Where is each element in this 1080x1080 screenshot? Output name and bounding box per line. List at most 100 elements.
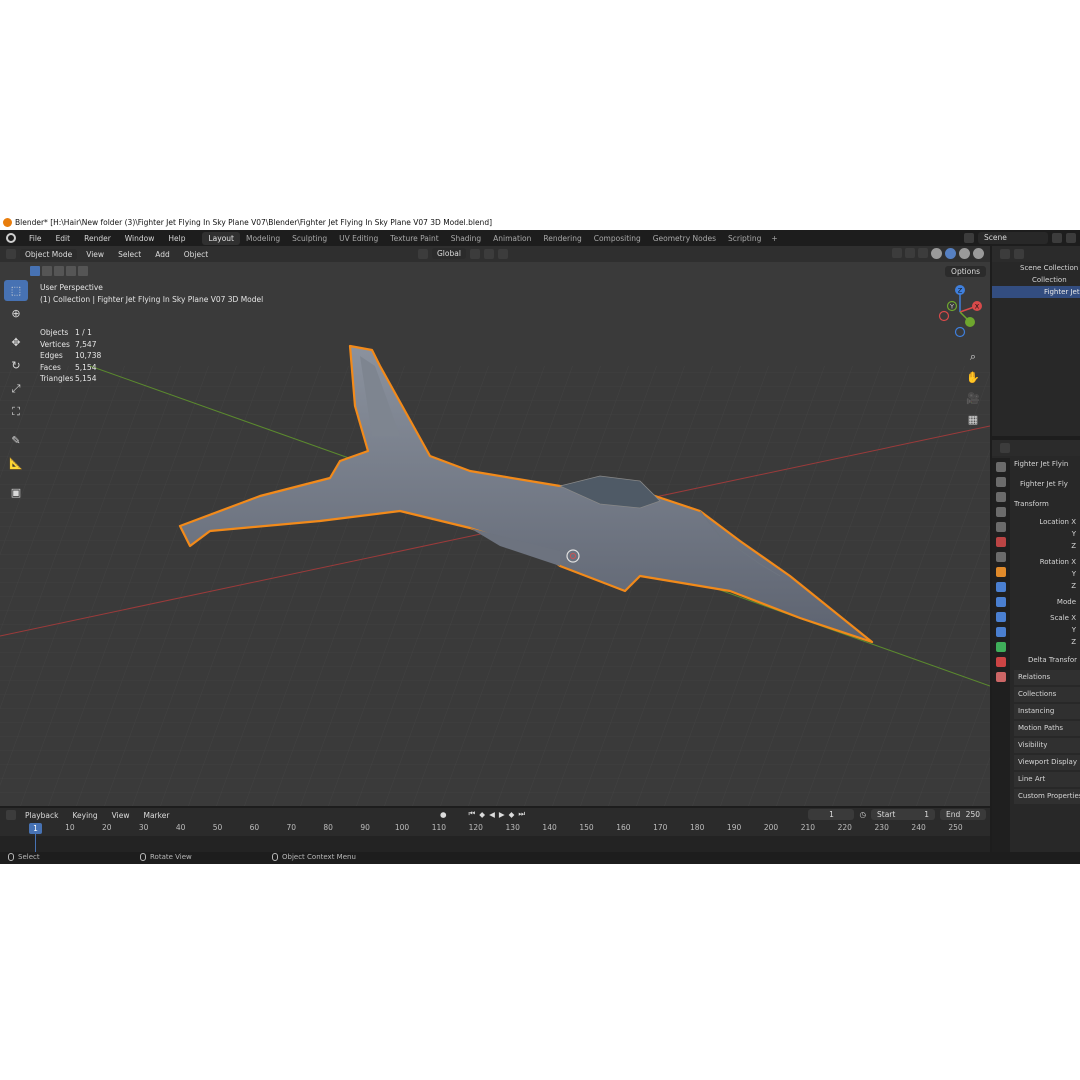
rendered-shading-icon[interactable] bbox=[973, 248, 984, 259]
transform-panel-header[interactable]: Transform bbox=[1014, 498, 1080, 510]
measure-tool-icon[interactable]: 📐 bbox=[4, 453, 28, 474]
rotation-x-field[interactable]: Rotation X bbox=[1014, 556, 1080, 568]
next-keyframe-icon[interactable]: ◆ bbox=[509, 810, 515, 819]
options-dropdown[interactable]: Options bbox=[945, 266, 986, 277]
line-art-panel[interactable]: Line Art bbox=[1014, 772, 1080, 787]
rotate-tool-icon[interactable]: ↻ bbox=[4, 355, 28, 376]
view-layer-tab-icon[interactable] bbox=[996, 507, 1006, 517]
move-tool-icon[interactable]: ✥ bbox=[4, 332, 28, 353]
tab-uv-editing[interactable]: UV Editing bbox=[333, 232, 384, 245]
location-y-field[interactable]: Y bbox=[1014, 528, 1080, 540]
3d-viewport[interactable]: Object Mode View Select Add Object Globa… bbox=[0, 246, 990, 806]
object-name-field[interactable]: Fighter Jet Fly bbox=[1014, 478, 1080, 490]
menu-help[interactable]: Help bbox=[161, 234, 192, 243]
location-z-field[interactable]: Z bbox=[1014, 540, 1080, 552]
select-box-tool-icon[interactable]: ⬚ bbox=[4, 280, 28, 301]
pan-hand-icon[interactable]: ✋ bbox=[966, 371, 980, 385]
collection-tab-icon[interactable] bbox=[996, 552, 1006, 562]
menu-window[interactable]: Window bbox=[118, 234, 162, 243]
tab-geometry-nodes[interactable]: Geometry Nodes bbox=[647, 232, 722, 245]
rotation-mode-field[interactable]: Mode bbox=[1014, 596, 1080, 608]
viewport-menu-view[interactable]: View bbox=[81, 250, 109, 259]
timeline-menu-keying[interactable]: Keying bbox=[67, 811, 102, 820]
delete-scene-icon[interactable] bbox=[1066, 233, 1076, 243]
viewport-menu-select[interactable]: Select bbox=[113, 250, 146, 259]
tab-texture-paint[interactable]: Texture Paint bbox=[384, 232, 444, 245]
jump-end-icon[interactable]: ⏭ bbox=[518, 809, 525, 819]
particles-tab-icon[interactable] bbox=[996, 597, 1006, 607]
overlay-toggle-icon[interactable] bbox=[905, 248, 915, 258]
xray-toggle-icon[interactable] bbox=[918, 248, 928, 258]
constraints-tab-icon[interactable] bbox=[996, 627, 1006, 637]
clock-icon[interactable]: ◷ bbox=[859, 810, 866, 819]
custom-properties-panel[interactable]: Custom Properties bbox=[1014, 789, 1080, 804]
scale-z-field[interactable]: Z bbox=[1014, 636, 1080, 648]
instancing-panel[interactable]: Instancing bbox=[1014, 704, 1080, 719]
object-tab-icon[interactable] bbox=[996, 567, 1006, 577]
select-invert-icon[interactable] bbox=[66, 266, 76, 276]
scene-tab-icon[interactable] bbox=[996, 522, 1006, 532]
tab-shading[interactable]: Shading bbox=[445, 232, 487, 245]
display-mode-icon[interactable] bbox=[1014, 249, 1024, 259]
physics-tab-icon[interactable] bbox=[996, 612, 1006, 622]
cursor-tool-icon[interactable]: ⊕ bbox=[4, 303, 28, 324]
outliner-scene-collection[interactable]: Scene Collection bbox=[992, 262, 1080, 274]
camera-view-icon[interactable]: 🎥 bbox=[966, 392, 980, 406]
relations-panel[interactable]: Relations bbox=[1014, 670, 1080, 685]
timeline-editor-icon[interactable] bbox=[6, 810, 16, 820]
navigation-gizmo[interactable]: Z X Y bbox=[932, 282, 988, 342]
viewport-display-panel[interactable]: Viewport Display bbox=[1014, 755, 1080, 770]
viewport-menu-object[interactable]: Object bbox=[179, 250, 213, 259]
timeline-ruler[interactable]: 1 10 20 30 40 50 60 70 80 90 100 110 120 130 140 150 16… bbox=[0, 823, 990, 835]
y-axis-gizmo[interactable] bbox=[965, 317, 975, 327]
menu-file[interactable]: File bbox=[22, 234, 49, 243]
solid-shading-icon[interactable] bbox=[945, 248, 956, 259]
outliner-fighter-jet[interactable]: Fighter Jet F bbox=[992, 286, 1080, 298]
playhead[interactable]: 1 bbox=[29, 823, 42, 834]
record-icon[interactable]: ● bbox=[440, 810, 447, 819]
menu-edit[interactable]: Edit bbox=[49, 234, 78, 243]
jump-start-icon[interactable]: ⏮ bbox=[469, 809, 476, 819]
blender-menu-icon[interactable] bbox=[6, 233, 16, 243]
scale-x-field[interactable]: Scale X bbox=[1014, 612, 1080, 624]
prev-keyframe-icon[interactable]: ◆ bbox=[479, 810, 485, 819]
play-icon[interactable]: ▶ bbox=[499, 810, 505, 819]
menu-render[interactable]: Render bbox=[77, 234, 118, 243]
mode-dropdown[interactable]: Object Mode bbox=[20, 248, 78, 260]
proportional-edit-icon[interactable] bbox=[497, 248, 508, 259]
modifier-tab-icon[interactable] bbox=[996, 582, 1006, 592]
end-frame-field[interactable]: End 250 bbox=[940, 809, 986, 820]
snap-icon[interactable] bbox=[483, 248, 494, 259]
annotate-tool-icon[interactable]: ✎ bbox=[4, 430, 28, 451]
transform-tool-icon[interactable]: ⛶ bbox=[4, 401, 28, 422]
timeline-menu-marker[interactable]: Marker bbox=[138, 811, 174, 820]
ortho-grid-icon[interactable]: ▦ bbox=[966, 413, 980, 427]
pivot-icon[interactable] bbox=[469, 248, 480, 259]
tab-modeling[interactable]: Modeling bbox=[240, 232, 286, 245]
current-frame-field[interactable]: 1 bbox=[808, 809, 855, 820]
add-workspace-icon[interactable]: + bbox=[767, 234, 781, 243]
select-subtract-icon[interactable] bbox=[54, 266, 64, 276]
world-tab-icon[interactable] bbox=[996, 537, 1006, 547]
scene-name-field[interactable]: Scene bbox=[978, 232, 1048, 244]
tab-layout[interactable]: Layout bbox=[202, 231, 240, 245]
data-tab-icon[interactable] bbox=[996, 642, 1006, 652]
new-scene-icon[interactable] bbox=[1052, 233, 1062, 243]
properties-editor-icon[interactable] bbox=[1000, 443, 1010, 453]
visibility-panel[interactable]: Visibility bbox=[1014, 738, 1080, 753]
timeline-menu-playback[interactable]: Playback bbox=[20, 811, 63, 820]
gizmo-toggle-icon[interactable] bbox=[892, 248, 902, 258]
tab-sculpting[interactable]: Sculpting bbox=[286, 232, 333, 245]
select-intersect-icon[interactable] bbox=[78, 266, 88, 276]
zoom-icon[interactable]: ⌕ bbox=[966, 350, 980, 364]
orientation-icon[interactable] bbox=[418, 248, 428, 259]
scale-tool-icon[interactable]: ⤢ bbox=[4, 378, 28, 399]
tab-compositing[interactable]: Compositing bbox=[588, 232, 647, 245]
tab-animation[interactable]: Animation bbox=[487, 232, 537, 245]
timeline-menu-view[interactable]: View bbox=[107, 811, 135, 820]
neg-x-gizmo[interactable] bbox=[938, 310, 950, 322]
outliner-editor-icon[interactable] bbox=[1000, 249, 1010, 259]
location-x-field[interactable]: Location X bbox=[1014, 516, 1080, 528]
start-frame-field[interactable]: Start 1 bbox=[871, 809, 935, 820]
material-tab-icon[interactable] bbox=[996, 657, 1006, 667]
